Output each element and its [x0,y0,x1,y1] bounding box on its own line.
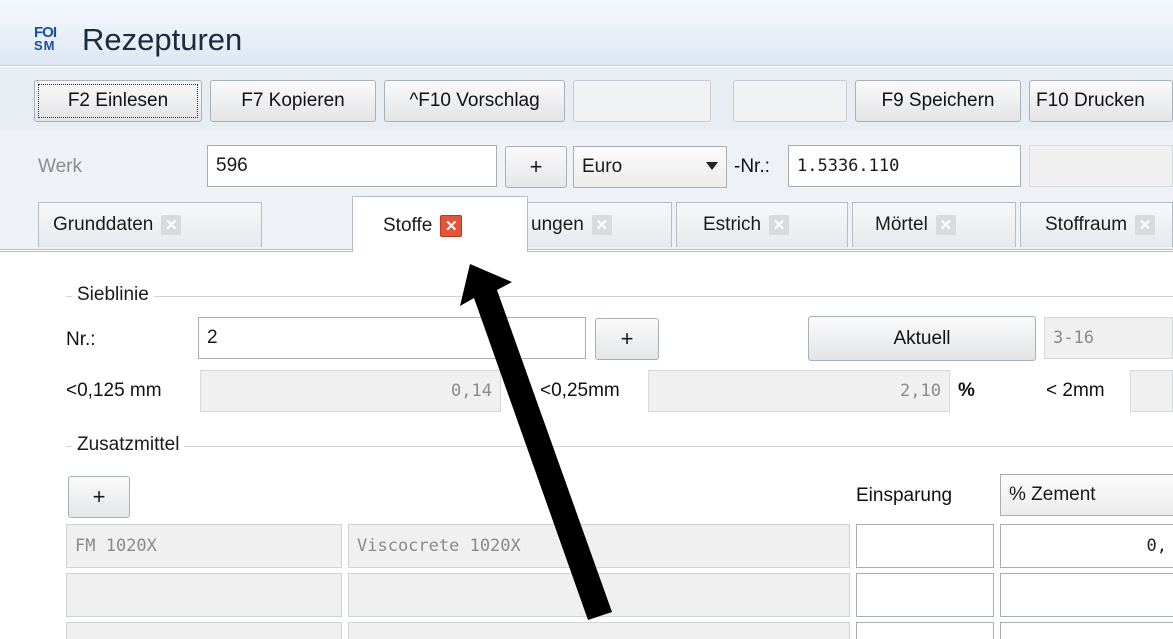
werk-add-button[interactable]: + [505,146,567,188]
sieblinie-nr-input[interactable]: 2 [198,317,586,359]
close-icon[interactable]: ✕ [161,215,182,235]
zusatzmittel-add-button[interactable]: + [68,476,130,518]
zusatz-row-1-name[interactable]: Viscocrete 1020X [348,524,850,568]
zusatz-row-3-name[interactable] [348,622,850,639]
close-icon[interactable]: ✕ [935,215,956,235]
einsparung-select[interactable]: % Zement [1000,474,1173,516]
zusatz-row-1-value[interactable]: 0, [1000,524,1173,568]
aktuell-button[interactable]: Aktuell [808,316,1036,361]
currency-value: Euro [582,156,623,177]
lt0125-value: 0,14 [200,370,501,412]
app-logo-icon: FOI SM [34,24,57,53]
zusatzmittel-group [66,446,1173,447]
zusatz-row-1-einsparung[interactable] [856,524,994,568]
sieblinie-range-field: 3-16 [1044,317,1173,359]
zusatz-row-2-code[interactable] [66,573,342,617]
sieblinie-legend: Sieblinie [72,284,154,306]
sieblinie-nr-label: Nr.: [66,329,96,350]
tab-grunddaten[interactable]: Grunddaten ✕ [38,202,262,247]
currency-select[interactable]: Euro [573,146,727,188]
toolbar-empty-button-1[interactable] [573,80,711,122]
einsparung-label: Einsparung [856,485,953,506]
zusatz-row-2-einsparung[interactable] [856,573,994,617]
zusatz-row-3-einsparung[interactable] [856,622,994,639]
werk-extra-field [1029,145,1173,187]
zusatz-row-1-code[interactable]: FM 1020X [66,524,342,568]
einlesen-button[interactable]: F2 Einlesen [34,80,202,122]
lt2-label: < 2mm [1046,380,1105,401]
zusatz-row-2-name[interactable] [348,573,850,617]
nr-input[interactable]: 1.5336.110 [788,145,1021,187]
tab-stoffe[interactable]: Stoffe ✕ [352,196,528,252]
tab-stoffraum[interactable]: Stoffraum ✕ [1020,202,1173,247]
zusatz-row-3-value[interactable] [1000,622,1173,639]
zusatzmittel-legend: Zusatzmittel [72,434,185,456]
vorschlag-button[interactable]: ^F10 Vorschlag [384,80,565,122]
chevron-down-icon [706,162,718,170]
lt025-value: 2,10 [648,370,950,412]
lt0125-label: <0,125 mm [66,380,162,401]
sieblinie-add-button[interactable]: + [595,318,659,360]
tab-estrich[interactable]: Estrich ✕ [676,202,848,247]
einsparung-value: % Zement [1009,484,1096,505]
lt2-value [1130,370,1173,412]
nr-label: -Nr.: [734,156,770,177]
toolbar-empty-button-2[interactable] [733,80,847,122]
close-icon[interactable]: ✕ [440,215,463,237]
drucken-button[interactable]: F10 Drucken [1029,80,1173,122]
tab-moertel[interactable]: Mörtel ✕ [852,202,1016,247]
close-icon[interactable]: ✕ [1135,215,1156,235]
speichern-button[interactable]: F9 Speichern [855,80,1021,122]
lt025-percent-label: % [958,380,975,401]
close-icon[interactable]: ✕ [591,215,612,235]
kopieren-button[interactable]: F7 Kopieren [210,80,376,122]
zusatz-row-2-value[interactable] [1000,573,1173,617]
window-title: Rezepturen [82,22,243,57]
tab-ungen[interactable]: ungen ✕ [512,202,672,247]
close-icon[interactable]: ✕ [769,215,790,235]
werk-input[interactable]: 596 [207,145,497,187]
zusatz-row-3-code[interactable] [66,622,342,639]
sieblinie-group [66,296,1173,297]
werk-label: Werk [38,156,82,177]
lt025-label: <0,25mm [540,380,620,401]
